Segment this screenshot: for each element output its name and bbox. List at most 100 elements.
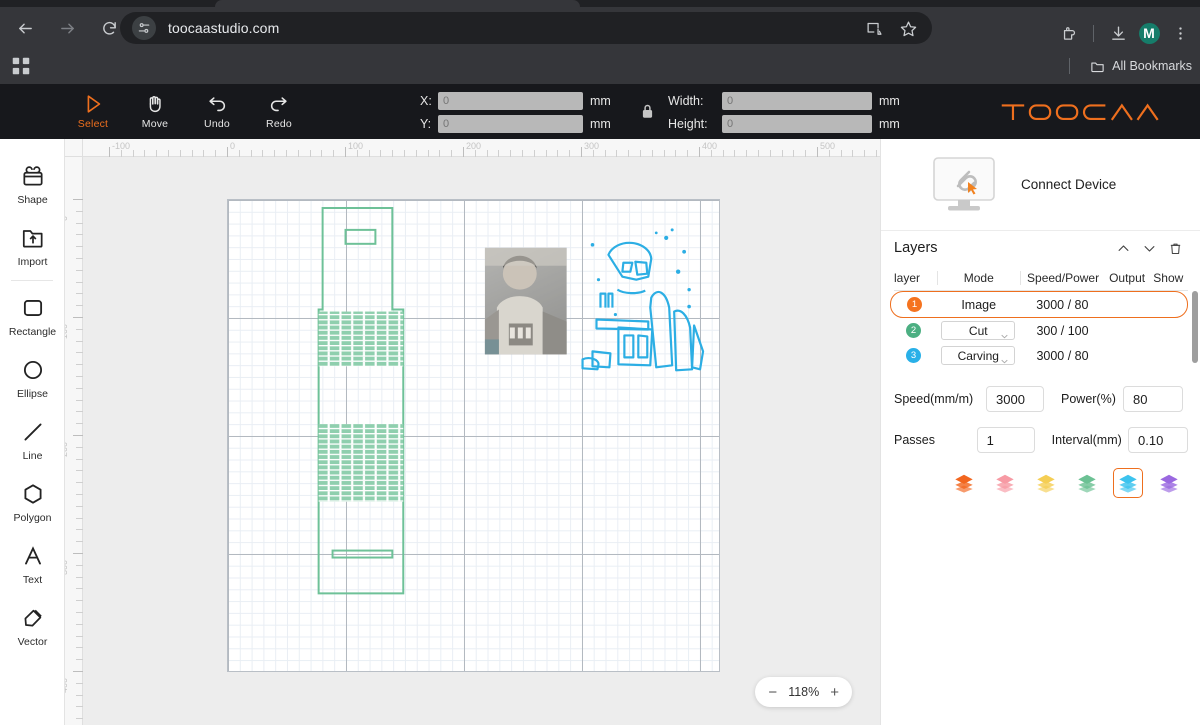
layer-speed-power: 3000 / 80 [1036, 348, 1089, 363]
width-label: Width: [668, 93, 704, 108]
ruler-h-tick [840, 150, 842, 157]
layer-mode-select[interactable]: Cut [941, 321, 1016, 340]
x-input[interactable] [438, 91, 583, 110]
sidebar-item-import[interactable]: Import [0, 215, 65, 277]
browser-navbar: toocaastudio.com M [0, 7, 1200, 48]
height-label: Height: [668, 116, 708, 131]
cut-outline-shape [317, 206, 405, 595]
sidebar-item-polygon[interactable]: Polygon [0, 471, 65, 533]
y-input[interactable] [438, 114, 583, 133]
swatch-cyan[interactable] [1113, 468, 1143, 498]
sidebar-item-line[interactable]: Line [0, 409, 65, 471]
ruler-h-tick [722, 150, 724, 157]
connect-device-row[interactable]: Connect Device [881, 139, 1200, 231]
extensions-icon[interactable] [1055, 19, 1083, 47]
ruler-v-tick [76, 647, 83, 649]
ruler-h-tick [356, 150, 358, 157]
back-arrow-icon[interactable] [10, 13, 40, 43]
ruler-h-tick [710, 150, 712, 157]
redo-arrow-icon [270, 97, 287, 112]
chevron-up-icon[interactable] [1110, 235, 1136, 261]
ruler-v-tick [76, 281, 83, 283]
sidebar-item-text[interactable]: Text [0, 533, 65, 595]
canvas-area[interactable]: -100 0 100 200 300 400 500 0 100 200 300 400 − 118… [65, 139, 880, 725]
layers-table: layer Mode Speed/Power Output Show 1 Imag… [881, 265, 1200, 368]
ruler-v-tick [76, 588, 83, 590]
download-icon[interactable] [1104, 19, 1132, 47]
ruler-h-tick [864, 150, 866, 157]
redo-button[interactable]: Redo [248, 84, 310, 139]
ruler-h-tick [781, 150, 783, 157]
swatch-pink[interactable] [990, 468, 1020, 498]
ruler-h-tick [250, 150, 252, 157]
passes-interval-row: Passes Interval(mm) [894, 427, 1188, 453]
sidebar-item-rectangle[interactable]: Rectangle [0, 285, 65, 347]
trash-icon[interactable] [1162, 235, 1188, 261]
speed-input[interactable] [986, 386, 1044, 412]
power-input[interactable] [1123, 386, 1183, 412]
three-dot-menu-icon[interactable] [1166, 19, 1194, 47]
move-tool-button[interactable]: Move [124, 84, 186, 139]
sidebar-item-ellipse[interactable]: Ellipse [0, 347, 65, 409]
undo-button[interactable]: Undo [186, 84, 248, 139]
ruler-v-tick [76, 682, 83, 684]
tool-group: Select Move Undo Redo [62, 84, 310, 139]
cast-icon[interactable] [860, 14, 888, 42]
zoom-in-button[interactable]: + [830, 685, 839, 700]
sidebar-item-shape[interactable]: Shape [0, 153, 65, 215]
select-tool-button[interactable]: Select [62, 84, 124, 139]
chevron-down-icon[interactable] [1136, 235, 1162, 261]
star-icon[interactable] [894, 14, 922, 42]
ruler-h-tick [486, 150, 488, 157]
ruler-v-tick [76, 600, 83, 602]
layers-scrollbar[interactable] [1192, 291, 1198, 363]
size-fields: Width: mm Height: mm [668, 90, 900, 136]
sidebar-item-vector[interactable]: Vector [0, 595, 65, 657]
avatar[interactable]: M [1135, 19, 1163, 47]
swatch-yellow[interactable] [1031, 468, 1061, 498]
ruler-h-tick [333, 150, 335, 157]
ruler-v-tick [76, 458, 83, 460]
layer-row[interactable]: 2 Cut 300 / 100 [894, 318, 1188, 343]
ruler-h-tick [156, 150, 158, 157]
ruler-v-label: 300 [65, 559, 69, 575]
undo-label: Undo [204, 118, 230, 130]
col-show: Show [1153, 270, 1184, 285]
ruler-h-tick [203, 150, 205, 157]
layer-number-cell: 2 [894, 323, 937, 338]
layer-mode-select[interactable]: Carving [941, 346, 1016, 365]
layer-row[interactable]: 1 Image 3000 / 80 [890, 291, 1188, 318]
interval-label: Interval(mm) [1051, 433, 1122, 447]
avatar-letter: M [1138, 22, 1160, 44]
layer-row[interactable]: 3 Carving 3000 / 80 [894, 343, 1188, 368]
ruler-v-tick [76, 258, 83, 259]
ruler-h-tick [793, 150, 795, 157]
ruler-v-tick [76, 222, 83, 224]
work-area[interactable] [227, 199, 720, 672]
height-input[interactable] [722, 114, 872, 133]
swatch-orange[interactable] [949, 468, 979, 498]
all-bookmarks-button[interactable]: All Bookmarks [1090, 55, 1192, 77]
lock-aspect-ratio-button[interactable] [636, 98, 658, 124]
cursor-arrow-icon [87, 95, 101, 113]
ruler-h-tick [687, 150, 689, 157]
forward-arrow-icon[interactable] [52, 13, 82, 43]
text-a-icon [24, 545, 41, 565]
passes-input[interactable] [976, 427, 1035, 453]
height-unit: mm [879, 116, 900, 131]
zoom-out-button[interactable]: − [768, 685, 777, 700]
site-settings-icon[interactable] [132, 16, 156, 40]
swatch-green[interactable] [1072, 468, 1102, 498]
ruler-v-tick [76, 352, 83, 354]
interval-input[interactable] [1128, 427, 1188, 453]
folder-icon [1091, 62, 1104, 72]
pen-nib-icon [24, 609, 42, 626]
ruler-v-tick [73, 199, 83, 200]
swatch-purple[interactable] [1154, 468, 1184, 498]
address-bar[interactable]: toocaastudio.com [120, 12, 932, 44]
browser-tab[interactable] [215, 0, 580, 7]
x-unit: mm [590, 93, 611, 108]
connect-device-label: Connect Device [1021, 177, 1117, 192]
width-input[interactable] [722, 91, 872, 110]
apps-grid-icon[interactable] [10, 55, 32, 77]
